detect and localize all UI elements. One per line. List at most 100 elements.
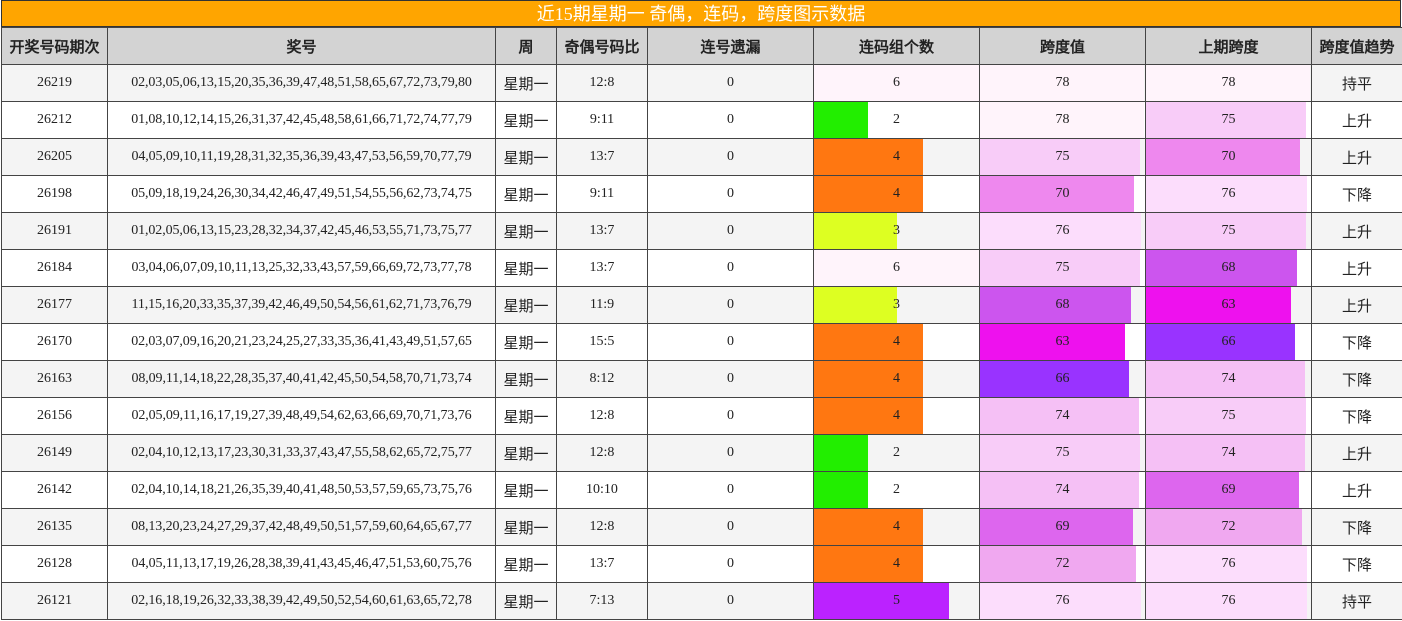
ratio-cell: 13:7 xyxy=(556,212,648,250)
lianma-cell-value: 6 xyxy=(893,75,900,90)
table-body: 26219 02,03,05,06,13,15,20,35,36,39,47,48… xyxy=(1,64,1402,620)
span-cell: 78 xyxy=(979,64,1146,102)
header-trend: 跨度值趋势 xyxy=(1311,27,1402,65)
ratio-cell: 13:7 xyxy=(556,138,648,176)
header-lianma: 连码组个数 xyxy=(813,27,980,65)
lianma-cell: 2 xyxy=(813,101,980,139)
span-cell: 76 xyxy=(979,212,1146,250)
miss-cell: 0 xyxy=(647,360,814,398)
span-cell-value: 63 xyxy=(1055,334,1070,349)
table-header-row: 开奖号码期次 奖号 周 奇偶号码比 连号遗漏 连码组个数 跨度值 上期跨度 跨度… xyxy=(1,27,1402,65)
header-week: 周 xyxy=(495,27,557,65)
prev-span-cell-value: 76 xyxy=(1221,186,1236,201)
ratio-cell: 12:8 xyxy=(556,64,648,102)
numbers-cell: 04,05,09,10,11,19,28,31,32,35,36,39,43,4… xyxy=(107,138,496,176)
prev-span-cell-value: 68 xyxy=(1221,260,1236,275)
span-cell-value: 70 xyxy=(1055,186,1070,201)
trend-cell: 下降 xyxy=(1311,545,1402,583)
week-cell: 星期一 xyxy=(495,138,557,176)
prev-span-cell-value: 63 xyxy=(1221,297,1236,312)
prev-span-cell-value: 70 xyxy=(1221,149,1236,164)
lianma-cell: 4 xyxy=(813,138,980,176)
lianma-cell: 2 xyxy=(813,434,980,472)
span-cell: 69 xyxy=(979,508,1146,546)
ratio-cell: 13:7 xyxy=(556,249,648,287)
prev-span-cell-value: 72 xyxy=(1221,519,1236,534)
prev-span-cell: 75 xyxy=(1145,101,1312,139)
trend-cell: 下降 xyxy=(1311,360,1402,398)
table-row: 26149 02,04,10,12,13,17,23,30,31,33,37,43… xyxy=(1,434,1402,472)
lianma-cell: 3 xyxy=(813,286,980,324)
lianma-cell: 3 xyxy=(813,212,980,250)
prev-span-cell: 66 xyxy=(1145,323,1312,361)
header-issue: 开奖号码期次 xyxy=(1,27,108,65)
span-cell: 75 xyxy=(979,249,1146,287)
numbers-cell: 02,05,09,11,16,17,19,27,39,48,49,54,62,6… xyxy=(107,397,496,435)
span-cell-value: 78 xyxy=(1055,75,1070,90)
numbers-cell: 03,04,06,07,09,10,11,13,25,32,33,43,57,5… xyxy=(107,249,496,287)
miss-cell: 0 xyxy=(647,286,814,324)
issue-cell: 26142 xyxy=(1,471,108,509)
lianma-cell-value: 4 xyxy=(893,149,900,164)
miss-cell: 0 xyxy=(647,545,814,583)
prev-span-cell-value: 76 xyxy=(1221,556,1236,571)
prev-span-cell-value: 75 xyxy=(1221,112,1236,127)
lianma-cell: 2 xyxy=(813,471,980,509)
issue-cell: 26219 xyxy=(1,64,108,102)
ratio-cell: 7:13 xyxy=(556,582,648,620)
trend-cell: 下降 xyxy=(1311,175,1402,213)
prev-span-cell: 63 xyxy=(1145,286,1312,324)
lianma-cell-value: 3 xyxy=(893,297,900,312)
span-cell: 63 xyxy=(979,323,1146,361)
numbers-cell: 05,09,18,19,24,26,30,34,42,46,47,49,51,5… xyxy=(107,175,496,213)
header-numbers: 奖号 xyxy=(107,27,496,65)
table-row: 26212 01,08,10,12,14,15,26,31,37,42,45,48… xyxy=(1,101,1402,139)
table-row: 26191 01,02,05,06,13,15,23,28,32,34,37,42… xyxy=(1,212,1402,250)
lianma-cell-value: 4 xyxy=(893,408,900,423)
span-cell: 75 xyxy=(979,434,1146,472)
header-span: 跨度值 xyxy=(979,27,1146,65)
span-cell: 72 xyxy=(979,545,1146,583)
lianma-cell-value: 4 xyxy=(893,186,900,201)
trend-cell: 上升 xyxy=(1311,212,1402,250)
trend-cell: 上升 xyxy=(1311,138,1402,176)
ratio-cell: 9:11 xyxy=(556,175,648,213)
span-cell-value: 74 xyxy=(1055,408,1070,423)
header-ratio: 奇偶号码比 xyxy=(556,27,648,65)
lianma-cell-value: 2 xyxy=(893,112,900,127)
miss-cell: 0 xyxy=(647,471,814,509)
ratio-cell: 12:8 xyxy=(556,508,648,546)
week-cell: 星期一 xyxy=(495,286,557,324)
prev-span-cell: 75 xyxy=(1145,397,1312,435)
span-cell-value: 76 xyxy=(1055,223,1070,238)
miss-cell: 0 xyxy=(647,138,814,176)
prev-span-cell: 72 xyxy=(1145,508,1312,546)
prev-span-cell: 75 xyxy=(1145,212,1312,250)
table-row: 26163 08,09,11,14,18,22,28,35,37,40,41,42… xyxy=(1,360,1402,398)
ratio-cell: 9:11 xyxy=(556,101,648,139)
numbers-cell: 02,16,18,19,26,32,33,38,39,42,49,50,52,5… xyxy=(107,582,496,620)
span-cell-value: 75 xyxy=(1055,149,1070,164)
span-cell-value: 66 xyxy=(1055,371,1070,386)
prev-span-cell-value: 76 xyxy=(1221,593,1236,608)
numbers-cell: 08,13,20,23,24,27,29,37,42,48,49,50,51,5… xyxy=(107,508,496,546)
numbers-cell: 04,05,11,13,17,19,26,28,38,39,41,43,45,4… xyxy=(107,545,496,583)
miss-cell: 0 xyxy=(647,175,814,213)
week-cell: 星期一 xyxy=(495,101,557,139)
issue-cell: 26128 xyxy=(1,545,108,583)
lianma-cell: 4 xyxy=(813,508,980,546)
issue-cell: 26135 xyxy=(1,508,108,546)
prev-span-cell-value: 78 xyxy=(1221,75,1236,90)
prev-span-cell-value: 74 xyxy=(1221,445,1236,460)
trend-cell: 下降 xyxy=(1311,323,1402,361)
prev-span-cell-value: 66 xyxy=(1221,334,1236,349)
lianma-cell: 4 xyxy=(813,397,980,435)
prev-span-cell: 76 xyxy=(1145,545,1312,583)
week-cell: 星期一 xyxy=(495,471,557,509)
prev-span-cell: 68 xyxy=(1145,249,1312,287)
span-cell: 70 xyxy=(979,175,1146,213)
lianma-cell-value: 2 xyxy=(893,482,900,497)
numbers-cell: 01,08,10,12,14,15,26,31,37,42,45,48,58,6… xyxy=(107,101,496,139)
issue-cell: 26212 xyxy=(1,101,108,139)
numbers-cell: 08,09,11,14,18,22,28,35,37,40,41,42,45,5… xyxy=(107,360,496,398)
